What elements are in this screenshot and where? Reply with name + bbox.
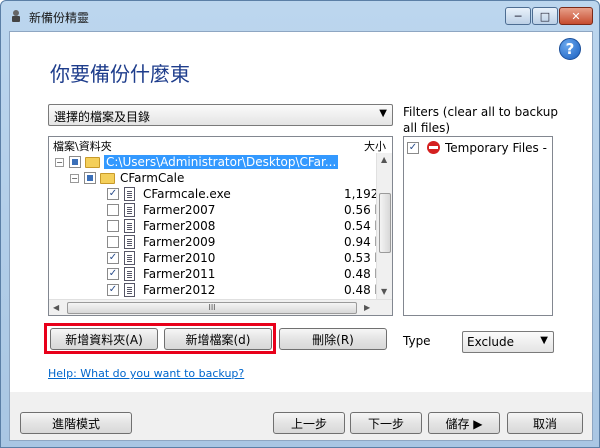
backup-source-value: 選擇的檔案及目錄	[54, 110, 151, 124]
chevron-down-icon: ▼	[379, 108, 387, 119]
file-checkbox[interactable]	[107, 220, 119, 232]
cancel-button[interactable]: 取消	[507, 412, 583, 434]
type-select[interactable]: Exclude ▼	[462, 331, 554, 353]
file-icon	[124, 203, 135, 217]
column-header-name[interactable]: 檔案\資料夾	[53, 138, 112, 154]
filter-item-label: Temporary Files - us	[445, 141, 549, 155]
type-select-value: Exclude	[467, 335, 515, 349]
back-button[interactable]: 上一步	[273, 412, 345, 434]
window-title: 新備份精靈	[29, 11, 90, 25]
file-tree[interactable]: 檔案\資料夾 大小 − C:\Users\Administrator\Deskt…	[48, 136, 393, 316]
horizontal-scroll-thumb[interactable]: III	[67, 302, 357, 314]
file-icon	[124, 267, 135, 281]
minimize-button[interactable]: ─	[505, 7, 531, 25]
file-name[interactable]: Farmer2008	[143, 219, 215, 233]
root-label[interactable]: C:\Users\Administrator\Desktop\CFar...	[104, 155, 339, 169]
filter-checkbox[interactable]: ✓	[407, 142, 419, 154]
folder-icon	[100, 173, 115, 184]
file-checkbox[interactable]: ✓	[107, 284, 119, 296]
file-icon	[124, 187, 135, 201]
tree-row-file[interactable]: ✓ Farmer2012 0.48 l	[49, 282, 379, 298]
app-icon	[12, 10, 20, 22]
file-icon	[124, 219, 135, 233]
tree-row-file[interactable]: Farmer2008 0.54 l	[49, 218, 379, 234]
filters-list[interactable]: ✓ Temporary Files - us	[403, 136, 553, 316]
exclude-icon	[427, 141, 440, 154]
file-checkbox[interactable]: ✓	[107, 268, 119, 280]
column-header-size[interactable]: 大小	[364, 138, 386, 154]
file-checkbox[interactable]	[107, 236, 119, 248]
file-name[interactable]: Farmer2012	[143, 283, 215, 297]
file-name[interactable]: CFarmcale.exe	[143, 187, 231, 201]
file-checkbox[interactable]: ✓	[107, 252, 119, 264]
help-icon[interactable]: ?	[559, 38, 581, 60]
file-size: 0.48 l	[344, 283, 378, 297]
type-label: Type	[403, 334, 431, 348]
chevron-down-icon: ▼	[540, 335, 548, 346]
tree-horizontal-scrollbar[interactable]: ◀ III ▶	[49, 299, 392, 315]
backup-source-select[interactable]: 選擇的檔案及目錄 ▼	[48, 104, 393, 126]
title-bar[interactable]: 新備份精靈 ─ □ ✕	[1, 1, 599, 31]
file-size: 0.53 l	[344, 251, 378, 265]
tree-header: 檔案\資料夾 大小	[49, 137, 392, 153]
file-size: 1,192 l	[344, 187, 386, 201]
root-checkbox[interactable]	[69, 156, 81, 168]
file-checkbox[interactable]: ✓	[107, 188, 119, 200]
file-icon	[124, 251, 135, 265]
tree-row-file[interactable]: ✓ Farmer2011 0.48 l	[49, 266, 379, 282]
page-title: 你要備份什麼東	[50, 62, 190, 86]
scroll-down-icon[interactable]: ▼	[381, 287, 387, 296]
file-icon	[124, 235, 135, 249]
scroll-right-icon[interactable]: ▶	[364, 303, 370, 312]
file-size: 0.56 l	[344, 203, 378, 217]
folder-checkbox[interactable]	[84, 172, 96, 184]
delete-button[interactable]: 刪除(R)	[279, 328, 387, 350]
tree-row-file[interactable]: ✓ CFarmcale.exe 1,192 l	[49, 186, 386, 202]
tree-row-file[interactable]: Farmer2007 0.56 l	[49, 202, 379, 218]
file-size: 0.48 l	[344, 267, 378, 281]
file-checkbox[interactable]	[107, 204, 119, 216]
file-icon	[124, 283, 135, 297]
file-name[interactable]: Farmer2011	[143, 267, 215, 281]
wizard-window: 新備份精靈 ─ □ ✕ ? 你要備份什麼東 選擇的檔案及目錄 ▼ 檔案\資料夾 …	[0, 0, 600, 448]
file-size: 0.94 l	[344, 235, 378, 249]
vertical-scroll-thumb[interactable]	[379, 193, 391, 253]
scroll-up-icon[interactable]: ▲	[381, 155, 387, 164]
wizard-client-area: ? 你要備份什麼東 選擇的檔案及目錄 ▼ 檔案\資料夾 大小 − C:\User…	[9, 31, 593, 441]
add-folder-button[interactable]: 新增資料夾(A)	[50, 328, 158, 350]
file-name[interactable]: Farmer2007	[143, 203, 215, 217]
tree-row-root[interactable]: − C:\Users\Administrator\Desktop\CFar...	[49, 154, 379, 170]
tree-row-file[interactable]: ✓ Farmer2010 0.53 l	[49, 250, 379, 266]
file-name[interactable]: Farmer2010	[143, 251, 215, 265]
file-size: 0.54 l	[344, 219, 378, 233]
collapse-icon[interactable]: −	[70, 174, 79, 183]
add-file-button[interactable]: 新增檔案(d)	[164, 328, 272, 350]
file-name[interactable]: Farmer2009	[143, 235, 215, 249]
tree-vertical-scrollbar[interactable]: ▲ ▼	[376, 153, 392, 299]
collapse-icon[interactable]: −	[55, 158, 64, 167]
close-button[interactable]: ✕	[559, 7, 593, 25]
next-button[interactable]: 下一步	[350, 412, 422, 434]
advanced-mode-button[interactable]: 進階模式	[20, 412, 132, 434]
help-link[interactable]: Help: What do you want to backup?	[48, 367, 244, 380]
save-button[interactable]: 儲存 ▶	[428, 412, 500, 434]
folder-label[interactable]: CFarmCale	[120, 171, 184, 185]
tree-row-file[interactable]: Farmer2009 0.94 l	[49, 234, 379, 250]
folder-icon	[85, 157, 100, 168]
tree-row-folder[interactable]: − CFarmCale	[49, 170, 379, 186]
wizard-page: ? 你要備份什麼東 選擇的檔案及目錄 ▼ 檔案\資料夾 大小 − C:\User…	[10, 32, 592, 392]
filters-label: Filters (clear all to backup all files)	[403, 105, 558, 135]
maximize-button[interactable]: □	[532, 7, 558, 25]
filter-item[interactable]: ✓ Temporary Files - us	[407, 140, 552, 156]
scroll-left-icon[interactable]: ◀	[53, 303, 59, 312]
